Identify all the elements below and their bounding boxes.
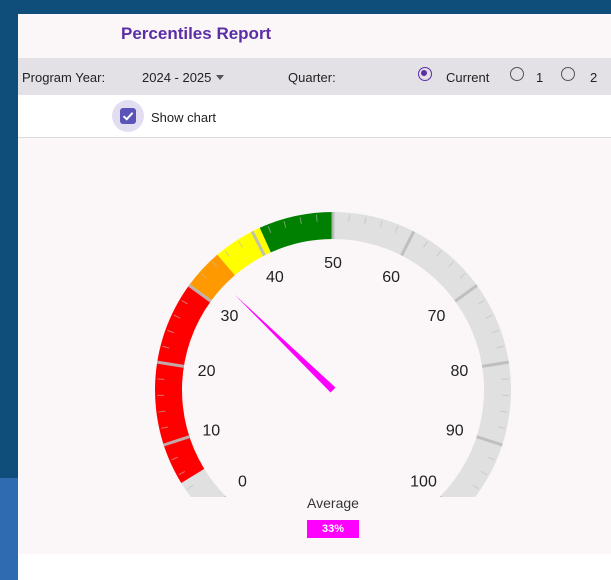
gauge-tick-label: 10 [202, 423, 220, 440]
program-year-value: 2024 - 2025 [142, 70, 212, 85]
gauge-needle [234, 294, 336, 393]
show-chart-checkbox[interactable] [120, 108, 136, 124]
gauge-tick-label: 70 [428, 308, 446, 325]
radio-label-current: Current [446, 70, 490, 85]
radio-label-2: 2 [590, 70, 598, 85]
chevron-down-icon [216, 75, 225, 80]
gauge-value-badge: 33% [307, 520, 359, 538]
show-chart-label: Show chart [151, 110, 217, 125]
gauge-tick-label: 100 [410, 474, 437, 491]
gauge-tick [348, 214, 351, 222]
header: Percentiles Report [18, 14, 611, 58]
program-year-label: Program Year: [22, 70, 106, 85]
gauge-chart: 0 10 20 30 40 50 60 70 80 90 100 [155, 212, 511, 497]
checkmark-icon [122, 112, 134, 121]
radio-quarter-2[interactable] [561, 67, 575, 81]
gauge-tick-label: 30 [221, 308, 239, 325]
gauge-tick-label: 50 [324, 255, 342, 272]
quarter-label: Quarter: [288, 70, 336, 85]
gauge-caption: Average [307, 495, 359, 511]
gauge-tick-label: 90 [446, 423, 464, 440]
gauge-tick [315, 214, 318, 222]
filter-bar: Program Year: 2024 - 2025 Quarter: Curre… [18, 58, 611, 95]
report-panel: Percentiles Report Program Year: 2024 - … [18, 14, 611, 580]
gauge-band-1 [155, 285, 211, 484]
radio-quarter-current[interactable] [418, 67, 432, 81]
gauge-tick-label: 80 [451, 363, 469, 380]
panel-footer [18, 554, 611, 580]
page-title: Percentiles Report [121, 24, 272, 43]
gauge-band-5 [333, 212, 511, 497]
show-chart-row: Show chart [18, 95, 611, 138]
gauge-tick-label: 40 [266, 269, 284, 286]
program-year-select[interactable]: 2024 - 2025 [142, 70, 225, 85]
gauge-tick-label: 60 [382, 269, 400, 286]
radio-quarter-1[interactable] [510, 67, 524, 81]
gauge-tick-label: 0 [238, 474, 247, 491]
radio-label-1: 1 [536, 70, 544, 85]
gauge-tick-label: 20 [198, 363, 216, 380]
